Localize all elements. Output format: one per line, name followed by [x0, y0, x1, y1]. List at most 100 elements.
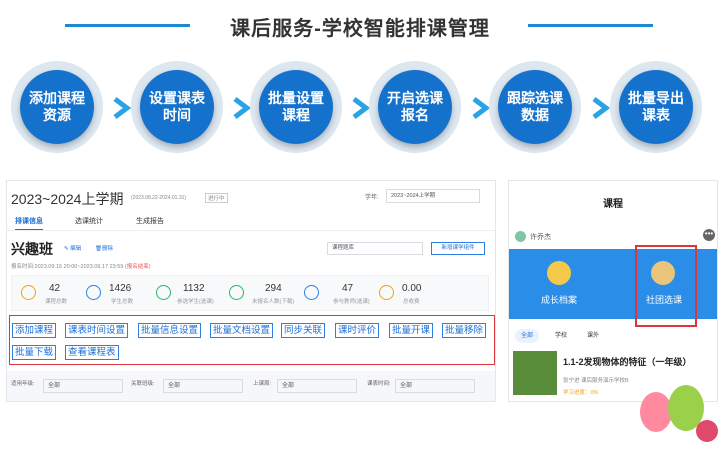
check-user-icon — [156, 285, 171, 300]
mascot-illustration-3 — [696, 420, 718, 442]
filter-time-select[interactable]: 全部 — [395, 379, 475, 393]
stat-unregistered-label[interactable]: 未报名人数(下载) — [252, 297, 294, 305]
stat-enrolled-value: 1132 — [183, 283, 205, 294]
chevron-right-icon — [352, 97, 370, 119]
course-bank-select[interactable]: 课程题库 — [327, 242, 423, 255]
chevron-right-icon — [233, 97, 251, 119]
tab-selection-stats[interactable]: 选课统计 — [75, 216, 103, 226]
more-icon[interactable]: ••• — [703, 229, 715, 241]
stat-students-label: 学生总数 — [111, 299, 134, 305]
stat-courses-value: 42 — [49, 283, 61, 294]
filter-tab-school[interactable]: 学校 — [555, 329, 567, 343]
filter-class-select[interactable]: 全部 — [163, 379, 243, 393]
teacher-icon — [304, 285, 319, 300]
mascot-illustration — [640, 392, 672, 432]
chevron-right-icon — [592, 97, 610, 119]
edit-button[interactable]: ✎ 编辑 — [64, 244, 81, 252]
course-thumbnail[interactable] — [513, 351, 557, 395]
add-course-button[interactable]: 添加课程 — [12, 323, 57, 338]
signup-range: 2023.09.16 20:00~2023.09.17 23:59 — [34, 264, 124, 270]
filter-tab-external[interactable]: 课外 — [587, 329, 599, 343]
term-status-badge: 进行中 — [205, 193, 228, 203]
mobile-title: 课程 — [603, 199, 623, 210]
step-4-label: 开启选课 报名 — [378, 70, 452, 144]
process-steps: 添加课程 资源 设置课表 时间 批量设置 课程 开启选课 报名 跟踪选课 数据 … — [0, 55, 720, 165]
schedule-time-button[interactable]: 课表时间设置 — [65, 323, 129, 338]
book-icon — [21, 285, 36, 300]
trash-icon: 🗑 — [95, 246, 102, 252]
stat-students-value: 1426 — [109, 283, 132, 294]
step-5-label: 跟踪选课 数据 — [498, 70, 572, 144]
edit-icon: ✎ — [64, 246, 69, 252]
money-icon — [379, 285, 394, 300]
step-1-label: 添加课程 资源 — [20, 70, 94, 144]
stat-fees-value: 0.00 — [402, 283, 422, 294]
filter-grade-label: 适用年级: — [11, 381, 35, 387]
stat-enrolled: 1132 参选学生(选课) — [152, 283, 232, 307]
step-4: 开启选课 报名 — [369, 61, 461, 153]
mobile-course-panel: 课程 许乔杰 ••• 成长档案 社团选课 全部 学校 课外 1.1-2发现物体的… — [508, 180, 718, 402]
step-2: 设置课表 时间 — [131, 61, 223, 153]
club-course-highlight — [635, 245, 697, 327]
class-name: 兴趣班 — [11, 241, 53, 257]
user-name: 许乔杰 — [530, 234, 551, 241]
filter-time-label: 课表时间: — [367, 381, 391, 387]
filter-tab-all[interactable]: 全部 — [515, 329, 540, 343]
batch-download-button[interactable]: 批量下载 — [12, 345, 57, 360]
signup-time: 报名时间:2023.09.16 20:00~2023.09.17 23:59 (… — [11, 262, 151, 270]
course-title[interactable]: 1.1-2发现物体的特征（一年级） — [563, 355, 692, 368]
step-3-label: 批量设置 课程 — [259, 70, 333, 144]
step-1: 添加课程 资源 — [11, 61, 103, 153]
batch-remove-button[interactable]: 批量移除 — [442, 323, 487, 338]
course-schedule-panel: 2023~2024上学期 (2023.08.22-2024.01.31) 进行中… — [6, 180, 496, 402]
user-icon — [229, 285, 244, 300]
tab-schedule-info[interactable]: 排课信息 — [15, 216, 43, 231]
chevron-right-icon — [113, 97, 131, 119]
tab-divider — [7, 230, 495, 231]
course-progress: 学习进度：0% — [563, 390, 599, 396]
delete-label: 删除 — [101, 246, 113, 252]
step-6-label: 批量导出 课表 — [619, 70, 693, 144]
stat-teachers-value: 47 — [342, 283, 354, 294]
growth-file-tile[interactable]: 成长档案 — [541, 293, 577, 306]
batch-open-button[interactable]: 批量开课 — [389, 323, 434, 338]
delete-button[interactable]: 🗑删除 — [95, 244, 113, 252]
stat-fees: 0.00 总收费 — [375, 283, 455, 307]
avatar — [515, 231, 526, 242]
view-timetable-button[interactable]: 查看课程表 — [65, 345, 119, 360]
signup-prefix: 报名时间: — [11, 264, 35, 270]
semester-label: 学年: — [365, 195, 379, 201]
step-6: 批量导出 课表 — [610, 61, 702, 153]
stat-teachers: 47 参与教师(选课) — [300, 283, 380, 307]
stat-unregistered-value: 294 — [265, 283, 282, 294]
stat-enrolled-label[interactable]: 参选学生(选课) — [177, 297, 214, 305]
edit-label: 编辑 — [70, 246, 82, 252]
new-course-group-button[interactable]: 新增课学组件 — [431, 242, 485, 255]
signup-status: (报名结束) — [124, 264, 151, 270]
filter-grade-select[interactable]: 全部 — [43, 379, 123, 393]
step-2-label: 设置课表 时间 — [140, 70, 214, 144]
sync-link-button[interactable]: 同步关联 — [281, 323, 326, 338]
stat-courses-label: 课程总数 — [45, 299, 68, 305]
lesson-review-button[interactable]: 课时评价 — [335, 323, 380, 338]
step-3: 批量设置 课程 — [250, 61, 342, 153]
filter-week-label: 上课周: — [253, 381, 272, 387]
semester-select[interactable]: 2023~2024上学期 — [386, 189, 480, 203]
growth-file-icon — [547, 261, 571, 285]
stat-unregistered: 294 未报名人数(下载) — [225, 283, 305, 307]
tab-report[interactable]: 生成报告 — [136, 216, 164, 226]
filter-week-select[interactable]: 全部 — [277, 379, 357, 393]
term-range: (2023.08.22-2024.01.31) — [131, 195, 187, 201]
batch-info-button[interactable]: 批量信息设置 — [138, 323, 202, 338]
header: 课后服务-学校智能排课管理 — [0, 12, 720, 40]
course-meta: 张宁进 课后服务演示学校B — [563, 378, 629, 384]
stat-teachers-label[interactable]: 参与教师(选课) — [333, 297, 370, 305]
step-5: 跟踪选课 数据 — [489, 61, 581, 153]
stat-fees-label: 总收费 — [403, 299, 420, 305]
filter-class-label: 关联班级: — [131, 381, 155, 387]
title-divider-right — [528, 24, 653, 27]
term-title: 2023~2024上学期 — [11, 191, 124, 207]
student-icon — [86, 285, 101, 300]
stat-students: 1426 学生总数 — [82, 283, 162, 307]
batch-doc-button[interactable]: 批量文档设置 — [210, 323, 274, 338]
